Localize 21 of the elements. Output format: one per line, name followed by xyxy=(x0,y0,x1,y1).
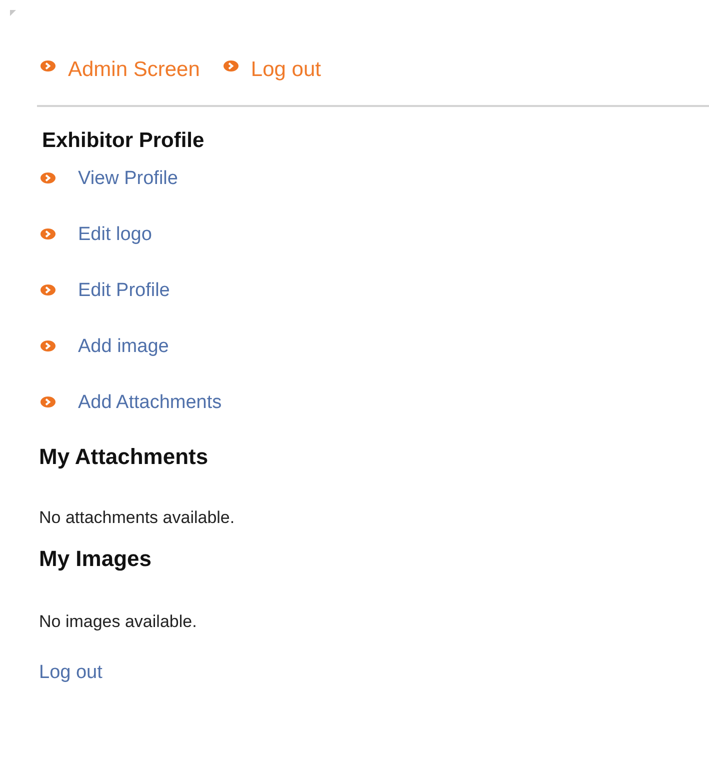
empty-message: No attachments available. xyxy=(39,508,236,528)
profile-link[interactable]: View Profile xyxy=(37,167,709,190)
corner-mark-icon xyxy=(10,10,16,16)
profile-link[interactable]: Edit Profile xyxy=(37,279,709,302)
profile-link[interactable]: Add Attachments xyxy=(37,391,709,414)
nav-link[interactable]: Log out xyxy=(220,58,321,82)
section-heading: My Images xyxy=(39,546,152,572)
chevron-bullet-icon xyxy=(40,228,56,240)
chevron-bullet-icon xyxy=(40,284,56,296)
profile-link[interactable]: Add image xyxy=(37,335,709,358)
profile-link[interactable]: Edit logo xyxy=(37,223,709,246)
chevron-bullet-icon xyxy=(40,396,56,408)
chevron-bullet-icon xyxy=(222,60,239,72)
chevron-bullet-icon xyxy=(40,172,56,184)
section-heading: Exhibitor Profile xyxy=(42,129,206,153)
empty-message: No images available. xyxy=(39,612,198,632)
chevron-bullet-icon xyxy=(40,340,56,352)
logout-link[interactable]: Log out xyxy=(39,662,102,684)
section-heading: My Attachments xyxy=(39,444,210,470)
chevron-bullet-icon xyxy=(40,60,56,72)
nav-link[interactable]: Admin Screen xyxy=(37,58,200,82)
